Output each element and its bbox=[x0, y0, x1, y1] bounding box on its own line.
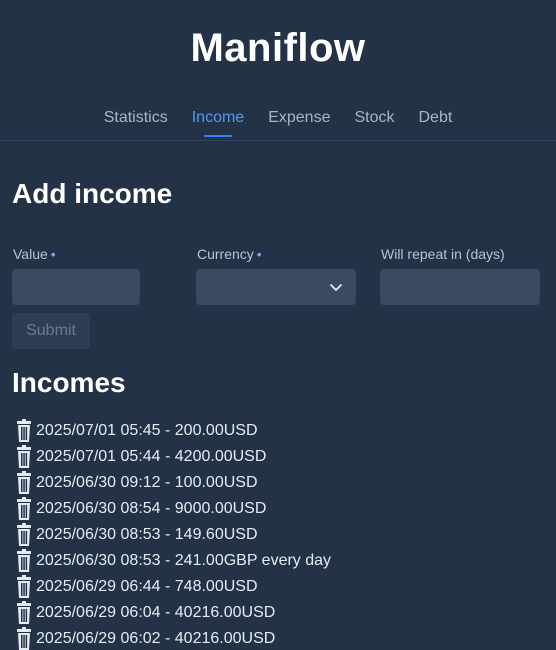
income-entry-text: 2025/06/30 08:53 - 149.60USD bbox=[36, 526, 258, 543]
trash-icon[interactable] bbox=[14, 497, 34, 521]
incomes-heading: Incomes bbox=[12, 367, 126, 398]
income-entry-text: 2025/06/30 09:12 - 100.00USD bbox=[36, 474, 258, 491]
list-item: 2025/06/30 08:54 - 9000.00USD bbox=[14, 496, 331, 522]
app: Maniflow Statistics Income Expense Stock… bbox=[0, 0, 556, 650]
list-item: 2025/07/01 05:44 - 4200.00USD bbox=[14, 444, 331, 470]
list-item: 2025/06/29 06:04 - 40216.00USD bbox=[14, 600, 331, 626]
income-entry-text: 2025/06/30 08:54 - 9000.00USD bbox=[36, 500, 267, 517]
list-item: 2025/06/29 06:02 - 40216.00USD bbox=[14, 626, 331, 650]
value-label-text: Value bbox=[13, 246, 48, 262]
add-income-heading: Add income bbox=[12, 178, 173, 209]
chevron-down-icon bbox=[330, 284, 342, 291]
list-item: 2025/06/30 08:53 - 149.60USD bbox=[14, 522, 331, 548]
trash-icon[interactable] bbox=[14, 549, 34, 573]
income-entry-text: 2025/07/01 05:45 - 200.00USD bbox=[36, 422, 258, 439]
app-title: Maniflow bbox=[190, 26, 366, 70]
required-marker: • bbox=[256, 246, 262, 262]
income-entry-text: 2025/06/29 06:04 - 40216.00USD bbox=[36, 604, 276, 621]
required-marker: • bbox=[50, 246, 56, 262]
tab-income[interactable]: Income bbox=[192, 107, 244, 137]
trash-icon[interactable] bbox=[14, 419, 34, 443]
income-list: 2025/07/01 05:45 - 200.00USD 2025/07/01 0… bbox=[14, 418, 331, 650]
submit-button[interactable]: Submit bbox=[12, 313, 90, 349]
main-nav: Statistics Income Expense Stock Debt bbox=[0, 107, 556, 137]
income-entry-text: 2025/06/30 08:53 - 241.00GBP every day bbox=[36, 552, 332, 569]
value-label: Value • bbox=[13, 246, 56, 262]
tab-expense[interactable]: Expense bbox=[268, 107, 330, 137]
repeat-label-text: Will repeat in (days) bbox=[381, 246, 505, 262]
currency-select[interactable] bbox=[196, 269, 356, 305]
list-item: 2025/06/30 09:12 - 100.00USD bbox=[14, 470, 331, 496]
currency-label: Currency • bbox=[197, 246, 262, 262]
list-item: 2025/06/29 06:44 - 748.00USD bbox=[14, 574, 331, 600]
repeat-days-input[interactable] bbox=[380, 269, 540, 305]
value-input[interactable] bbox=[12, 269, 140, 305]
income-entry-text: 2025/07/01 05:44 - 4200.00USD bbox=[36, 448, 267, 465]
trash-icon[interactable] bbox=[14, 601, 34, 625]
header-divider bbox=[0, 140, 556, 141]
income-entry-text: 2025/06/29 06:02 - 40216.00USD bbox=[36, 630, 276, 647]
income-entry-text: 2025/06/29 06:44 - 748.00USD bbox=[36, 578, 258, 595]
list-item: 2025/07/01 05:45 - 200.00USD bbox=[14, 418, 331, 444]
trash-icon[interactable] bbox=[14, 575, 34, 599]
tab-stock[interactable]: Stock bbox=[354, 107, 394, 137]
trash-icon[interactable] bbox=[14, 471, 34, 495]
tab-statistics[interactable]: Statistics bbox=[104, 107, 168, 137]
trash-icon[interactable] bbox=[14, 627, 34, 650]
tab-debt[interactable]: Debt bbox=[418, 107, 452, 137]
trash-icon[interactable] bbox=[14, 523, 34, 547]
currency-label-text: Currency bbox=[197, 246, 254, 262]
trash-icon[interactable] bbox=[14, 445, 34, 469]
repeat-label: Will repeat in (days) bbox=[381, 246, 505, 262]
list-item: 2025/06/30 08:53 - 241.00GBP every day bbox=[14, 548, 331, 574]
